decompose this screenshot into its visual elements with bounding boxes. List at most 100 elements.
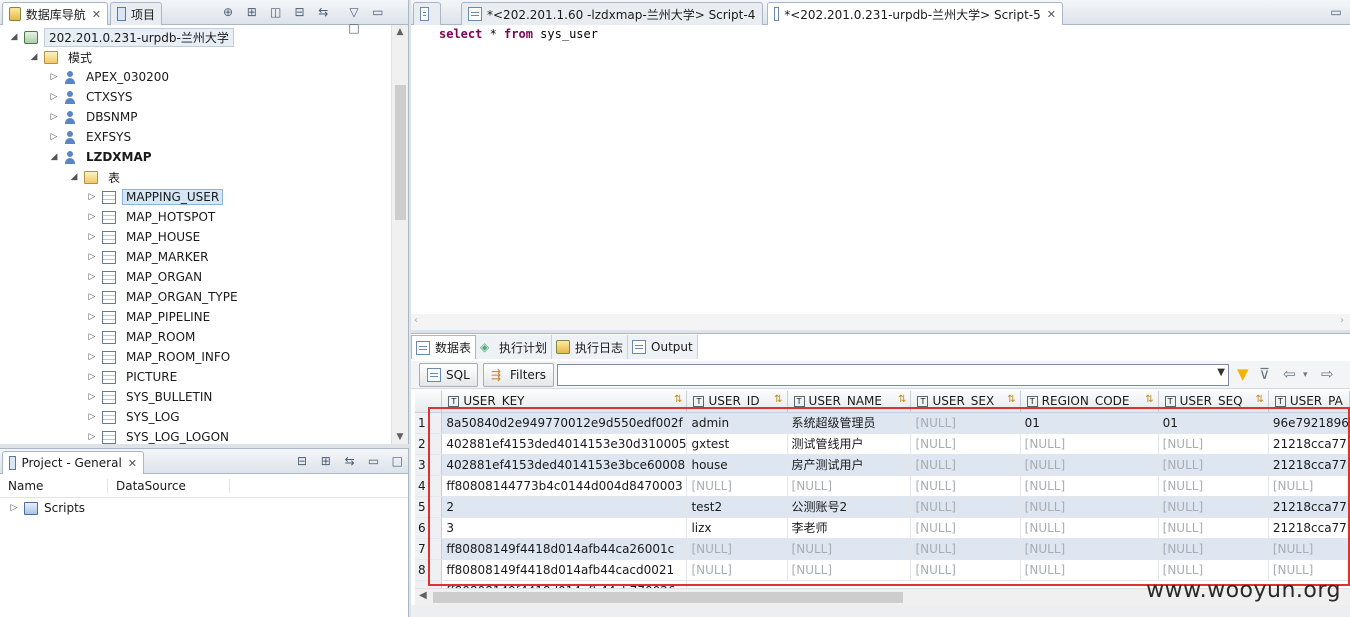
table-cell[interactable]: admin (686, 412, 788, 434)
table-cell[interactable]: house (686, 454, 788, 476)
column-datasource-header[interactable]: DataSource (108, 478, 230, 493)
collapsed-arrow-icon[interactable]: ▷ (86, 212, 98, 222)
sql-button[interactable]: SQL (419, 363, 478, 387)
table-cell[interactable]: [NULL] (1020, 517, 1159, 539)
table-row[interactable]: 2 402881ef4153ded4014153e30d310005 gxtest 测… (415, 433, 1350, 455)
collapsed-arrow-icon[interactable]: ▷ (86, 332, 98, 342)
table-cell[interactable]: 3 (441, 517, 688, 539)
new-connection-icon[interactable]: ⊞ (244, 4, 260, 20)
table-cell[interactable]: [NULL] (1158, 433, 1269, 455)
collapsed-arrow-icon[interactable]: ▷ (8, 503, 20, 513)
tree-node-table[interactable]: ▷ MAP_ORGAN_TYPE (86, 287, 242, 307)
back-icon[interactable]: ⇦ (1283, 365, 1296, 383)
table-cell[interactable]: ff80808144773b4c0144d004d8470003 (441, 475, 688, 497)
sort-icon[interactable]: ⇅ (774, 394, 782, 405)
tree-node-table[interactable]: ▷ MAP_HOTSPOT (86, 207, 219, 227)
sort-icon[interactable]: ⇅ (1007, 394, 1015, 405)
table-cell[interactable]: [NULL] (910, 454, 1021, 476)
tree-node-table[interactable]: ▷ MAP_ROOM_INFO (86, 347, 234, 367)
table-cell[interactable]: ff80808149f4418d014afb44cacd0021 (441, 559, 688, 581)
filters-button[interactable]: ⇶ Filters (483, 363, 554, 387)
table-cell[interactable]: ff80808149f4418d014afb44ca26001c (441, 538, 688, 560)
editor-scrollbar[interactable]: ‹ › (411, 314, 1350, 330)
table-cell[interactable]: [NULL] (1020, 538, 1159, 560)
tree-node-schema-expanded[interactable]: ◢ LZDXMAP (48, 147, 156, 167)
tab-project-general[interactable]: Project - General ✕ (2, 451, 144, 474)
collapsed-arrow-icon[interactable]: ▷ (48, 132, 60, 142)
collapsed-arrow-icon[interactable]: ▷ (86, 232, 98, 242)
collapsed-arrow-icon[interactable]: ▷ (86, 352, 98, 362)
tree-node-scripts[interactable]: ▷ Scripts (8, 498, 86, 518)
tree-node-table[interactable]: ▷ MAP_ORGAN (86, 267, 206, 287)
table-row[interactable]: 5 2 test2 公测账号2 [NULL] [NULL] [NULL] 21218cca7… (415, 496, 1350, 518)
close-icon[interactable]: ✕ (92, 8, 101, 21)
collapsed-arrow-icon[interactable]: ▷ (86, 392, 98, 402)
table-cell[interactable]: 公测账号2 (787, 496, 912, 518)
minimize-icon[interactable]: ▭ (365, 453, 381, 469)
close-icon[interactable]: ✕ (1047, 8, 1056, 21)
apply-filter-icon[interactable]: ▼ (1237, 365, 1249, 383)
table-cell[interactable]: [NULL] (1268, 538, 1350, 560)
tab-script-4[interactable]: *<202.201.1.60 -lzdxmap-兰州大学> Script-4 (461, 2, 763, 25)
tree-node-schemas[interactable]: ◢ 模式 (28, 47, 96, 67)
tree-node-schema[interactable]: ▷ CTXSYS (48, 87, 137, 107)
table-cell[interactable]: [NULL] (910, 433, 1021, 455)
table-cell[interactable]: 2 (441, 496, 688, 518)
table-cell[interactable]: gxtest (686, 433, 788, 455)
close-icon[interactable]: ✕ (128, 457, 137, 470)
collapsed-arrow-icon[interactable]: ▷ (86, 412, 98, 422)
table-cell[interactable]: [NULL] (1020, 475, 1159, 497)
table-cell[interactable]: [NULL] (1020, 559, 1159, 581)
collapsed-arrow-icon[interactable]: ▷ (86, 272, 98, 282)
table-cell[interactable]: [NULL] (910, 517, 1021, 539)
scroll-up-icon[interactable]: ▲ (392, 27, 408, 37)
table-cell[interactable]: 21218cca77 (1268, 517, 1350, 539)
expand-arrow-icon[interactable]: ◢ (28, 52, 40, 62)
table-cell[interactable]: [NULL] (1158, 559, 1269, 581)
table-cell[interactable]: 21218cca77 (1268, 454, 1350, 476)
tree-node-schema[interactable]: ▷ DBSNMP (48, 107, 141, 127)
link-editor-icon[interactable]: ⇆ (315, 4, 331, 20)
scroll-left-icon[interactable]: ◀ (419, 590, 427, 601)
table-row[interactable]: 4 ff80808144773b4c0144d004d8470003 [NULL][… (415, 475, 1350, 497)
collapsed-arrow-icon[interactable]: ▷ (86, 252, 98, 262)
collapse-icon[interactable]: ⊟ (294, 453, 310, 469)
connect-icon[interactable]: ⊕ (220, 4, 236, 20)
table-cell[interactable]: [NULL] (1020, 454, 1159, 476)
table-row[interactable]: 8 ff80808149f4418d014afb44cacd0021 [NULL][… (415, 559, 1350, 581)
table-cell[interactable]: test2 (686, 496, 788, 518)
expand-arrow-icon[interactable]: ◢ (68, 172, 80, 182)
tree-node-table[interactable]: ▷ SYS_BULLETIN (86, 387, 216, 407)
collapse-icon[interactable]: ⊟ (291, 4, 307, 20)
table-row[interactable]: 6 3 lizx 李老师 [NULL] [NULL] [NULL] 21218cca77 (415, 517, 1350, 539)
column-header[interactable]: T REGION_CODE ⇅ (1020, 391, 1159, 413)
table-cell[interactable]: 21218cca77 (1268, 496, 1350, 518)
table-cell[interactable]: 402881ef4153ded4014153e30d310005 (441, 433, 688, 455)
sql-code[interactable]: select * from sys_user (439, 27, 598, 41)
scrollbar-thumb[interactable] (433, 592, 903, 603)
table-cell[interactable]: [NULL] (787, 559, 912, 581)
collapsed-arrow-icon[interactable]: ▷ (86, 312, 98, 322)
tree-node-table[interactable]: ▷ SYS_LOG_LOGON (86, 427, 233, 444)
table-cell[interactable]: [NULL] (1158, 454, 1269, 476)
collapsed-arrow-icon[interactable]: ▷ (86, 192, 98, 202)
view-menu-icon[interactable]: ▽ (346, 4, 362, 20)
collapsed-arrow-icon[interactable]: ▷ (86, 292, 98, 302)
table-cell[interactable]: 系统超级管理员 (787, 412, 912, 434)
table-cell[interactable]: [NULL] (787, 538, 912, 560)
dropdown-arrow-icon[interactable]: ▼ (1217, 367, 1225, 378)
collapsed-arrow-icon[interactable]: ▷ (48, 92, 60, 102)
tree-node-table[interactable]: ▷ MAP_ROOM (86, 327, 199, 347)
back-menu-icon[interactable]: ▾ (1303, 370, 1308, 380)
table-cell[interactable]: 房产测试用户 (787, 454, 912, 476)
tab-execution-plan[interactable]: ◈ 执行计划 (476, 335, 553, 359)
table-cell[interactable]: 01 (1020, 412, 1159, 434)
tab-output[interactable]: Output (628, 335, 698, 359)
tree-node-tables[interactable]: ◢ 表 (68, 167, 124, 187)
table-cell[interactable]: 402881ef4153ded4014153e3bce60008 (441, 454, 688, 476)
table-cell[interactable]: [NULL] (686, 559, 788, 581)
column-header[interactable]: T USER_SEX ⇅ (910, 391, 1021, 413)
tab-database-navigator[interactable]: 数据库导航 ✕ (2, 2, 108, 25)
forward-icon[interactable]: ⇨ (1321, 365, 1334, 383)
minimize-icon[interactable]: ▭ (1328, 4, 1344, 20)
